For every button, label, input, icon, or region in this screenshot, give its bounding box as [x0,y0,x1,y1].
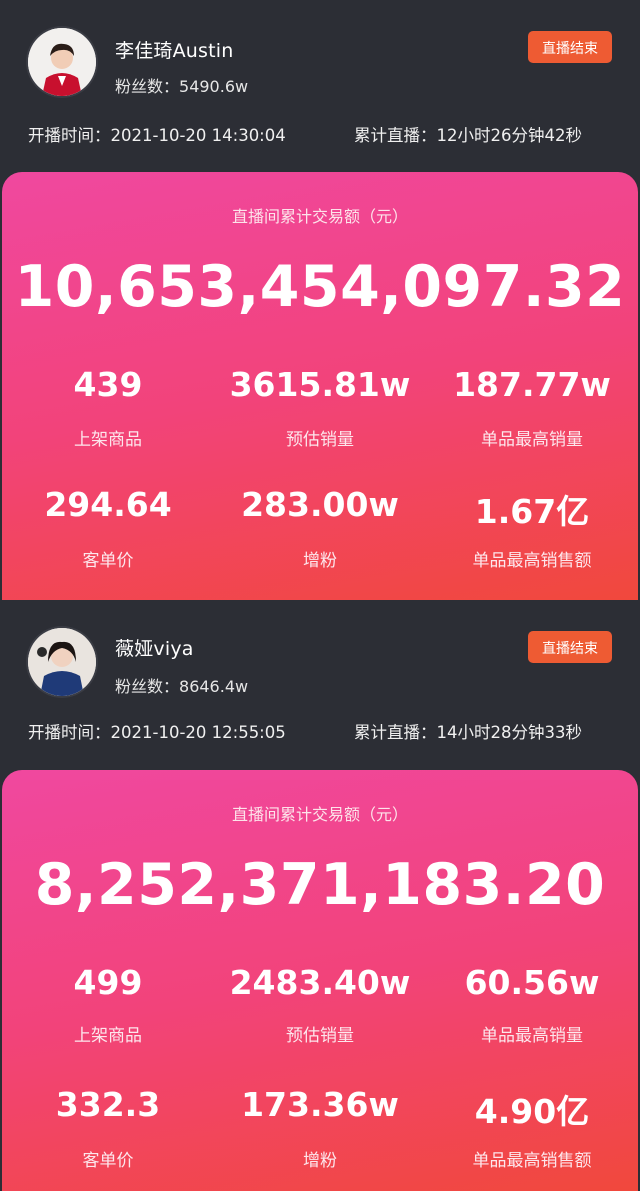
total-sales-label: 直播间累计交易额（元） [231,805,408,824]
stat-value-products: 439 [73,365,143,404]
sales-summary-card: 直播间累计交易额（元） 8,252,371,183.20 499 上架商品 24… [2,770,638,1191]
stat-label-top-item-sales: 单品最高销量 [481,430,583,450]
stat-value-top-item-sales: 187.77w [453,365,611,404]
start-time-value: 2021-10-20 12:55:05 [110,723,286,742]
live-ended-button[interactable]: 直播结束 [528,631,612,663]
stat-label-avg-order: 客单价 [82,551,134,571]
stat-value-est-sales: 3615.81w [229,365,411,404]
fans-value: 8646.4w [179,677,249,696]
stat-value-top-item-sales: 60.56w [464,963,600,1002]
streamer-name: 李佳琦Austin [115,40,234,62]
stat-value-top-item-revenue: 4.90亿 [474,1092,590,1131]
stat-label-est-sales: 预估销量 [286,1026,354,1046]
fans-count: 粉丝数：8646.4w [115,673,248,697]
stat-value-new-fans: 173.36w [241,1085,399,1124]
stat-value-products: 499 [73,963,143,1002]
sales-summary-card: 直播间累计交易额（元） 10,653,454,097.32 439 上架商品 3… [2,172,638,600]
stat-label-est-sales: 预估销量 [286,430,354,450]
stat-value-new-fans: 283.00w [241,485,399,524]
avatar[interactable] [28,28,96,96]
duration-label: 累计直播： [354,723,437,742]
stat-label-new-fans: 增粉 [303,1151,337,1171]
stat-label-products: 上架商品 [74,430,142,450]
stat-label-new-fans: 增粉 [303,551,337,571]
total-sales-value: 10,653,454,097.32 [14,254,626,320]
total-sales-value: 8,252,371,183.20 [34,852,606,918]
start-time: 开播时间：2021-10-20 12:55:05 [28,719,286,743]
duration-value: 12小时26分钟42秒 [436,126,583,145]
stat-label-avg-order: 客单价 [82,1151,134,1171]
stat-value-avg-order: 332.3 [55,1085,161,1124]
live-ended-button[interactable]: 直播结束 [528,31,612,63]
duration-label: 累计直播： [354,126,437,145]
fans-count: 粉丝数：5490.6w [115,73,248,97]
start-time: 开播时间：2021-10-20 14:30:04 [28,122,286,146]
stat-label-top-item-sales: 单品最高销量 [481,1026,583,1046]
stat-label-top-item-revenue: 单品最高销售额 [472,1151,592,1171]
stat-value-est-sales: 2483.40w [229,963,411,1002]
fans-value: 5490.6w [179,77,249,96]
stat-label-products: 上架商品 [74,1026,142,1046]
streamer-name: 薇娅viya [115,638,194,660]
stat-value-avg-order: 294.64 [44,485,172,524]
stat-label-top-item-revenue: 单品最高销售额 [472,551,592,571]
stat-value-top-item-revenue: 1.67亿 [474,492,590,531]
fans-label: 粉丝数： [115,677,180,696]
start-time-label: 开播时间： [28,126,111,145]
live-duration: 累计直播：14小时28分钟33秒 [354,719,582,743]
fans-label: 粉丝数： [115,77,180,96]
avatar[interactable] [28,628,96,696]
total-sales-label: 直播间累计交易额（元） [231,207,408,226]
start-time-value: 2021-10-20 14:30:04 [110,126,286,145]
live-duration: 累计直播：12小时26分钟42秒 [354,122,582,146]
start-time-label: 开播时间： [28,723,111,742]
duration-value: 14小时28分钟33秒 [436,723,583,742]
